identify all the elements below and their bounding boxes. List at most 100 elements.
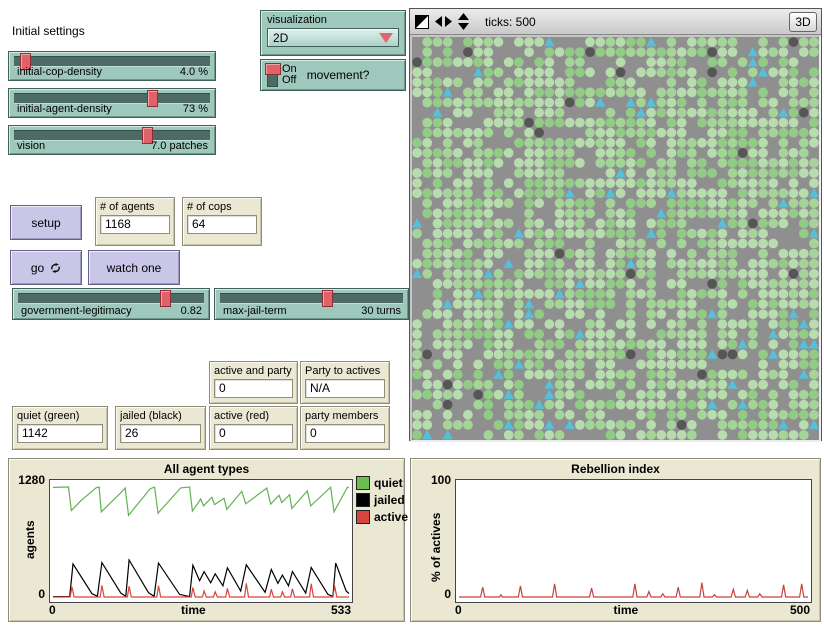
world-canvas[interactable] [412, 37, 819, 440]
go-button-label: go [30, 260, 45, 275]
x-axis-min-label: 0 [455, 603, 462, 617]
monitor-party-members: party members 0 [300, 406, 390, 450]
slider-value: 0.82 [180, 305, 202, 317]
switch-knob[interactable] [265, 63, 281, 75]
world-header: ticks: 500 3D [410, 9, 821, 35]
plot-all-agent-types: All agent types 1280 0 agents 0 time 533… [8, 458, 408, 622]
view-3d-button[interactable]: 3D [789, 12, 817, 32]
world-widget: ticks: 500 3D [409, 8, 822, 442]
plot-title: Rebellion index [571, 462, 660, 476]
monitor-num-agents: # of agents 1168 [95, 197, 175, 246]
plot-canvas [52, 485, 350, 598]
monitor-quiet: quiet (green) 1142 [12, 406, 108, 450]
monitor-num-cops: # of cops 64 [182, 197, 262, 246]
y-axis-max-label: 1280 [18, 473, 45, 487]
monitor-value: 1142 [17, 424, 103, 443]
monitor-active: active (red) 0 [209, 406, 298, 450]
monitor-label: # of agents [100, 201, 155, 213]
slider-government-legitimacy[interactable]: government-legitimacy 0.82 [12, 288, 210, 320]
slider-label: initial-agent-density [17, 103, 112, 115]
slider-initial-cop-density[interactable]: initial-cop-density 4.0 % [8, 51, 216, 81]
y-axis-title: agents [23, 520, 37, 559]
plot-canvas [459, 582, 808, 598]
slider-label: government-legitimacy [21, 305, 132, 317]
y-axis-max-label: 100 [430, 473, 451, 487]
setup-button[interactable]: setup [10, 205, 82, 240]
slider-value: 30 turns [361, 305, 401, 317]
monitor-party-to-actives: Party to actives N/A [300, 361, 390, 404]
slider-label: vision [17, 140, 46, 152]
plot-rebellion-index: Rebellion index 100 0 % of actives 0 tim… [410, 458, 821, 622]
legend-swatch-quiet [356, 476, 370, 490]
monitor-value: 0 [214, 379, 293, 398]
watch-one-button[interactable]: watch one [88, 250, 180, 285]
monitor-jailed: jailed (black) 26 [115, 406, 206, 450]
monitor-value: N/A [305, 379, 385, 398]
slider-label: max-jail-term [223, 305, 287, 317]
x-axis-min-label: 0 [49, 603, 56, 617]
slider-track[interactable] [220, 293, 403, 304]
x-axis-max-label: 500 [789, 603, 810, 617]
world-view[interactable] [410, 35, 821, 442]
monitor-label: quiet (green) [17, 410, 80, 422]
movement-switch[interactable]: On Off movement? [260, 59, 406, 91]
switch-slot[interactable] [265, 63, 281, 87]
watch-one-button-label: watch one [106, 260, 162, 275]
monitor-label: active and party [214, 365, 292, 377]
switch-off-label: Off [282, 74, 297, 86]
monitor-label: # of cops [187, 201, 232, 213]
legend-label: jailed [374, 493, 405, 507]
slider-value: 7.0 patches [151, 140, 208, 152]
legend-item-quiet: quiet [356, 476, 408, 490]
ticks-counter: ticks: 500 [485, 14, 536, 29]
slider-initial-agent-density[interactable]: initial-agent-density 73 % [8, 88, 216, 118]
legend-swatch-jailed [356, 493, 370, 507]
resize-view-icon[interactable] [415, 14, 429, 29]
monitor-value: 1168 [100, 215, 170, 234]
legend-swatch-active [356, 510, 370, 524]
netlogo-interface: Initial settings initial-cop-density 4.0 … [0, 0, 824, 636]
chooser-value-box[interactable]: 2D [267, 28, 399, 47]
initial-settings-heading: Initial settings [12, 24, 85, 38]
slider-value: 4.0 % [179, 66, 208, 78]
x-axis-title: time [180, 603, 206, 617]
chooser-label: visualization [267, 14, 327, 26]
plot-legend: quiet jailed active [356, 476, 408, 524]
x-axis-labels: 0 time 533 [49, 603, 351, 617]
monitor-label: Party to actives [305, 365, 381, 377]
y-axis-min-label: 0 [444, 587, 451, 601]
plot-area [455, 479, 812, 603]
go-button[interactable]: go [10, 250, 82, 285]
slider-vision[interactable]: vision 7.0 patches [8, 125, 216, 155]
y-axis-title: % of actives [429, 512, 443, 582]
chooser-selected-value: 2D [273, 30, 289, 45]
monitor-label: active (red) [214, 410, 270, 422]
setup-button-label: setup [31, 215, 61, 230]
x-axis-title: time [613, 603, 639, 617]
chevron-down-icon [379, 32, 393, 43]
slider-value: 73 % [182, 103, 208, 115]
legend-item-active: active [356, 510, 408, 524]
monitor-active-and-party: active and party 0 [209, 361, 298, 404]
vertical-arrows-icon[interactable] [458, 13, 469, 30]
legend-item-jailed: jailed [356, 493, 408, 507]
monitor-value: 0 [305, 424, 385, 443]
forever-icon [51, 262, 61, 273]
monitor-value: 0 [214, 424, 293, 443]
legend-label: quiet [374, 476, 403, 490]
x-axis-labels: 0 time 500 [455, 603, 810, 617]
horizontal-arrows-icon[interactable] [435, 16, 452, 27]
slider-track[interactable] [18, 293, 204, 304]
slider-max-jail-term[interactable]: max-jail-term 30 turns [214, 288, 409, 320]
y-axis-min-label: 0 [38, 587, 45, 601]
legend-label: active [374, 510, 409, 524]
slider-label: initial-cop-density [17, 66, 102, 78]
monitor-label: jailed (black) [120, 410, 182, 422]
monitor-label: party members [305, 410, 379, 422]
plot-title: All agent types [163, 462, 250, 476]
x-axis-max-label: 533 [330, 603, 351, 617]
visualization-chooser[interactable]: visualization 2D [260, 10, 406, 56]
plot-area [49, 479, 353, 603]
monitor-value: 64 [187, 215, 257, 234]
switch-label: movement? [306, 68, 370, 82]
